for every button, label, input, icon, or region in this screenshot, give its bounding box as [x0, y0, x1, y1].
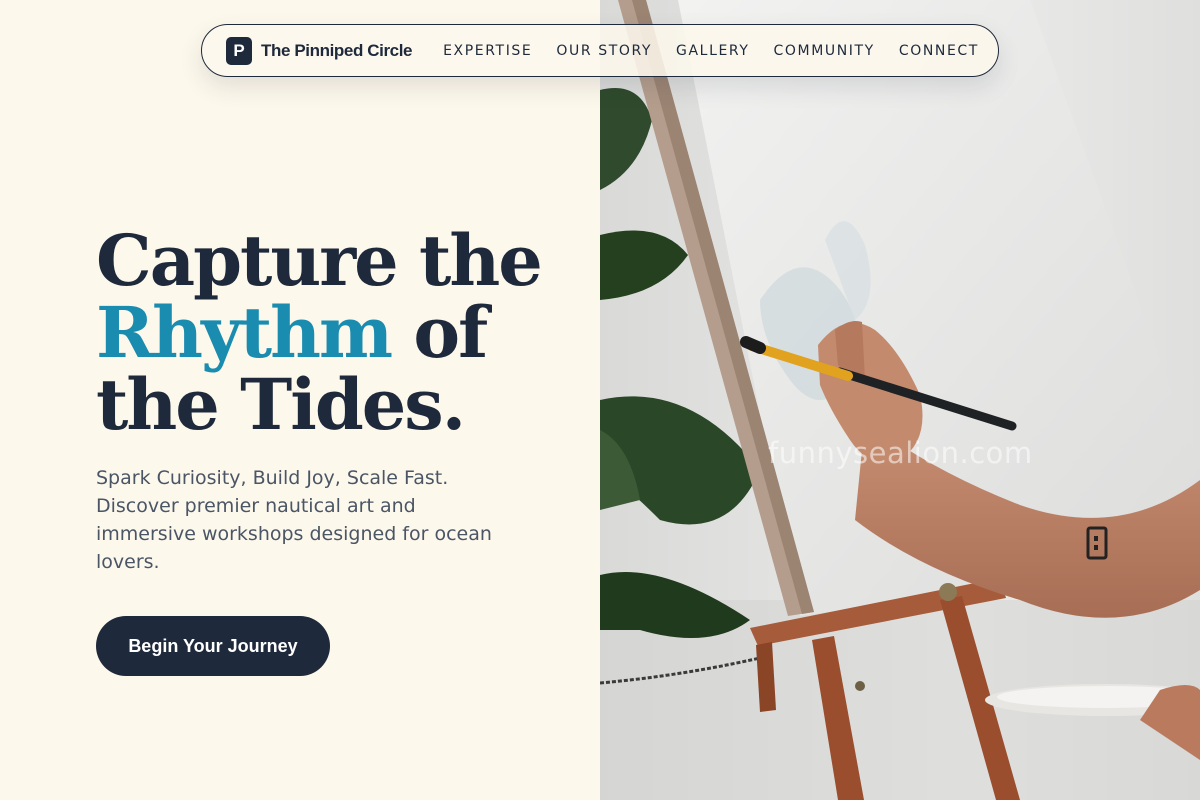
hero-subtitle: Spark Curiosity, Build Joy, Scale Fast. … — [96, 467, 492, 573]
hero-left-panel: Capture the Rhythm of the Tides. Spark C… — [0, 0, 600, 800]
hero-heading-accent: Rhythm — [96, 291, 393, 374]
begin-journey-button[interactable]: Begin Your Journey — [96, 616, 330, 676]
brand-logo[interactable]: P The Pinniped Circle — [226, 36, 413, 65]
hero-heading-line-2: Rhythm of — [96, 297, 576, 369]
nav-link-connect[interactable]: CONNECT — [899, 43, 979, 59]
top-navigation: P The Pinniped Circle EXPERTISE OUR STOR… — [201, 24, 999, 77]
hero-heading-line-2-rest: of — [391, 291, 488, 374]
nav-link-gallery[interactable]: GALLERY — [676, 43, 749, 59]
photo-watermark: funnysealion.com — [768, 436, 1033, 470]
brand-name: The Pinniped Circle — [261, 40, 413, 60]
nav-links: EXPERTISE OUR STORY GALLERY COMMUNITY CO… — [443, 43, 979, 59]
hero-heading: Capture the Rhythm of the Tides. — [96, 225, 576, 441]
hero-heading-line-3: the Tides. — [96, 363, 466, 446]
hero-photo-painting-easel: funnysealion.com — [600, 0, 1200, 800]
nav-link-our-story[interactable]: OUR STORY — [556, 43, 652, 59]
hero-heading-line-1: Capture the — [96, 219, 543, 302]
brand-mark-icon: P — [226, 36, 252, 65]
nav-link-expertise[interactable]: EXPERTISE — [443, 43, 532, 59]
nav-link-community[interactable]: COMMUNITY — [774, 43, 875, 59]
easel-painting-illustration — [600, 0, 1200, 800]
